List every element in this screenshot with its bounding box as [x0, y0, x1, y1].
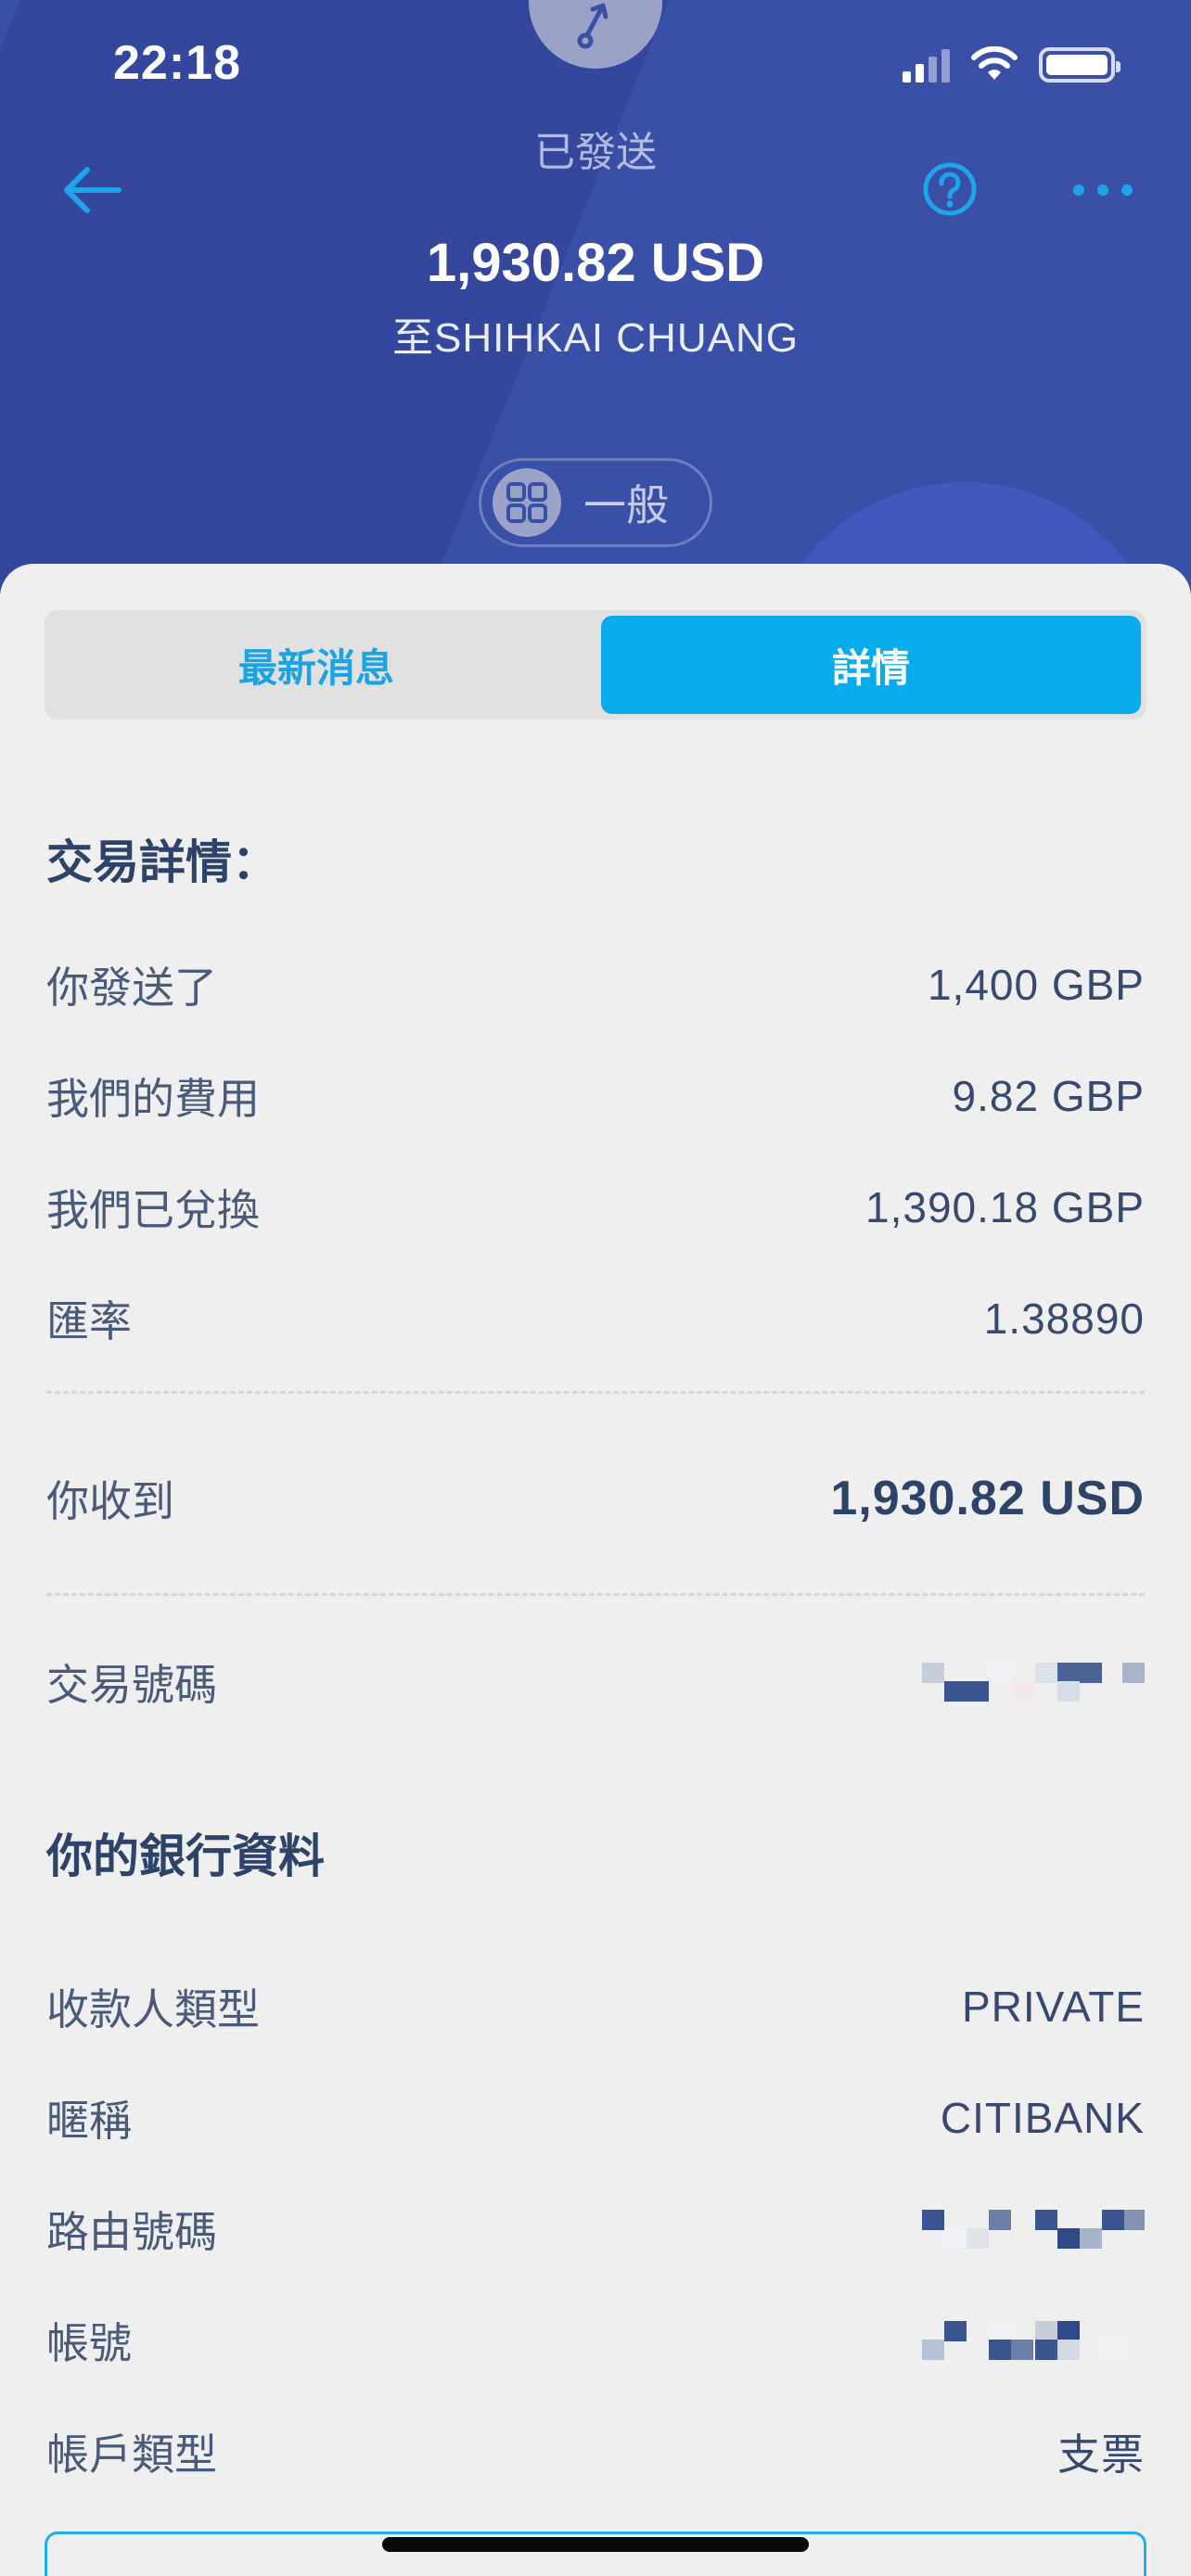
divider [46, 1391, 1145, 1394]
transaction-details-title: 交易詳情： [46, 836, 278, 888]
status-icons [903, 46, 1121, 83]
detail-value: 1,400 GBP [927, 961, 1145, 1009]
masked-value [922, 1663, 1145, 1702]
status-time: 22:18 [113, 36, 241, 90]
details-card: 最新消息 詳情 交易詳情： 你發送了 1,400 GBP 我們的費用 9.82 … [0, 564, 1191, 2576]
detail-row: 帳戶類型 支票 [46, 2415, 1145, 2489]
masked-value [922, 2321, 1124, 2360]
divider [46, 1593, 1145, 1596]
transfer-status-label: 已發送 [534, 130, 657, 175]
reference-label: 交易號碼 [46, 1661, 217, 1709]
detail-value: CITIBANK [940, 2094, 1145, 2142]
bank-details-title: 你的銀行資料 [46, 1830, 325, 1882]
detail-label: 路由號碼 [46, 2208, 217, 2256]
detail-row: 你發送了 1,400 GBP [46, 948, 1145, 1022]
detail-label: 收款人類型 [46, 1985, 260, 2034]
detail-label: 我們的費用 [46, 1075, 260, 1123]
wifi-icon [971, 46, 1018, 80]
routing-row: 路由號碼 [46, 2192, 1145, 2266]
home-indicator [382, 2537, 809, 2552]
grid-category-icon [493, 468, 561, 537]
detail-label: 你發送了 [46, 963, 217, 1012]
detail-label: 暱稱 [46, 2097, 132, 2145]
received-label: 你收到 [46, 1477, 174, 1525]
tab-details[interactable]: 詳情 [601, 616, 1141, 714]
detail-value: 支票 [1057, 2430, 1145, 2479]
detail-label: 匯率 [46, 1297, 132, 1345]
detail-label: 我們已兌換 [46, 1186, 260, 1234]
transfer-header: 22:18 已發送 1,930.82 USD 至SHIHKAI CHUANG 一… [0, 0, 1191, 593]
battery-icon [1039, 47, 1121, 83]
received-row: 你收到 1,930.82 USD [46, 1461, 1145, 1536]
transfer-amount: 1,930.82 USD [426, 233, 765, 293]
detail-row: 收款人類型 PRIVATE [46, 1970, 1145, 2044]
detail-value: 9.82 GBP [952, 1072, 1145, 1120]
category-label: 一般 [583, 481, 669, 529]
more-icon[interactable] [1070, 176, 1135, 204]
detail-value: 1,390.18 GBP [865, 1183, 1145, 1231]
detail-row: 我們的費用 9.82 GBP [46, 1059, 1145, 1133]
account-number-row: 帳號 [46, 2303, 1145, 2378]
detail-row: 匯率 1.38890 [46, 1282, 1145, 1356]
detail-value: 1.38890 [983, 1294, 1145, 1343]
recipient-name: 至SHIHKAI CHUANG [392, 315, 799, 361]
detail-row: 我們已兌換 1,390.18 GBP [46, 1170, 1145, 1244]
signal-icon [903, 47, 950, 83]
back-arrow-icon[interactable] [59, 162, 124, 218]
received-value: 1,930.82 USD [830, 1472, 1145, 1525]
reference-row: 交易號碼 [46, 1645, 1145, 1719]
detail-label: 帳號 [46, 2319, 132, 2367]
detail-label: 帳戶類型 [46, 2430, 217, 2479]
detail-row: 暱稱 CITIBANK [46, 2081, 1145, 2155]
masked-value [922, 2210, 1145, 2249]
detail-value: PRIVATE [962, 1983, 1145, 2031]
tab-news[interactable]: 最新消息 [50, 616, 583, 714]
segment-tabs: 最新消息 詳情 [45, 610, 1146, 720]
help-icon[interactable] [922, 161, 978, 217]
category-pill[interactable]: 一般 [479, 458, 712, 547]
